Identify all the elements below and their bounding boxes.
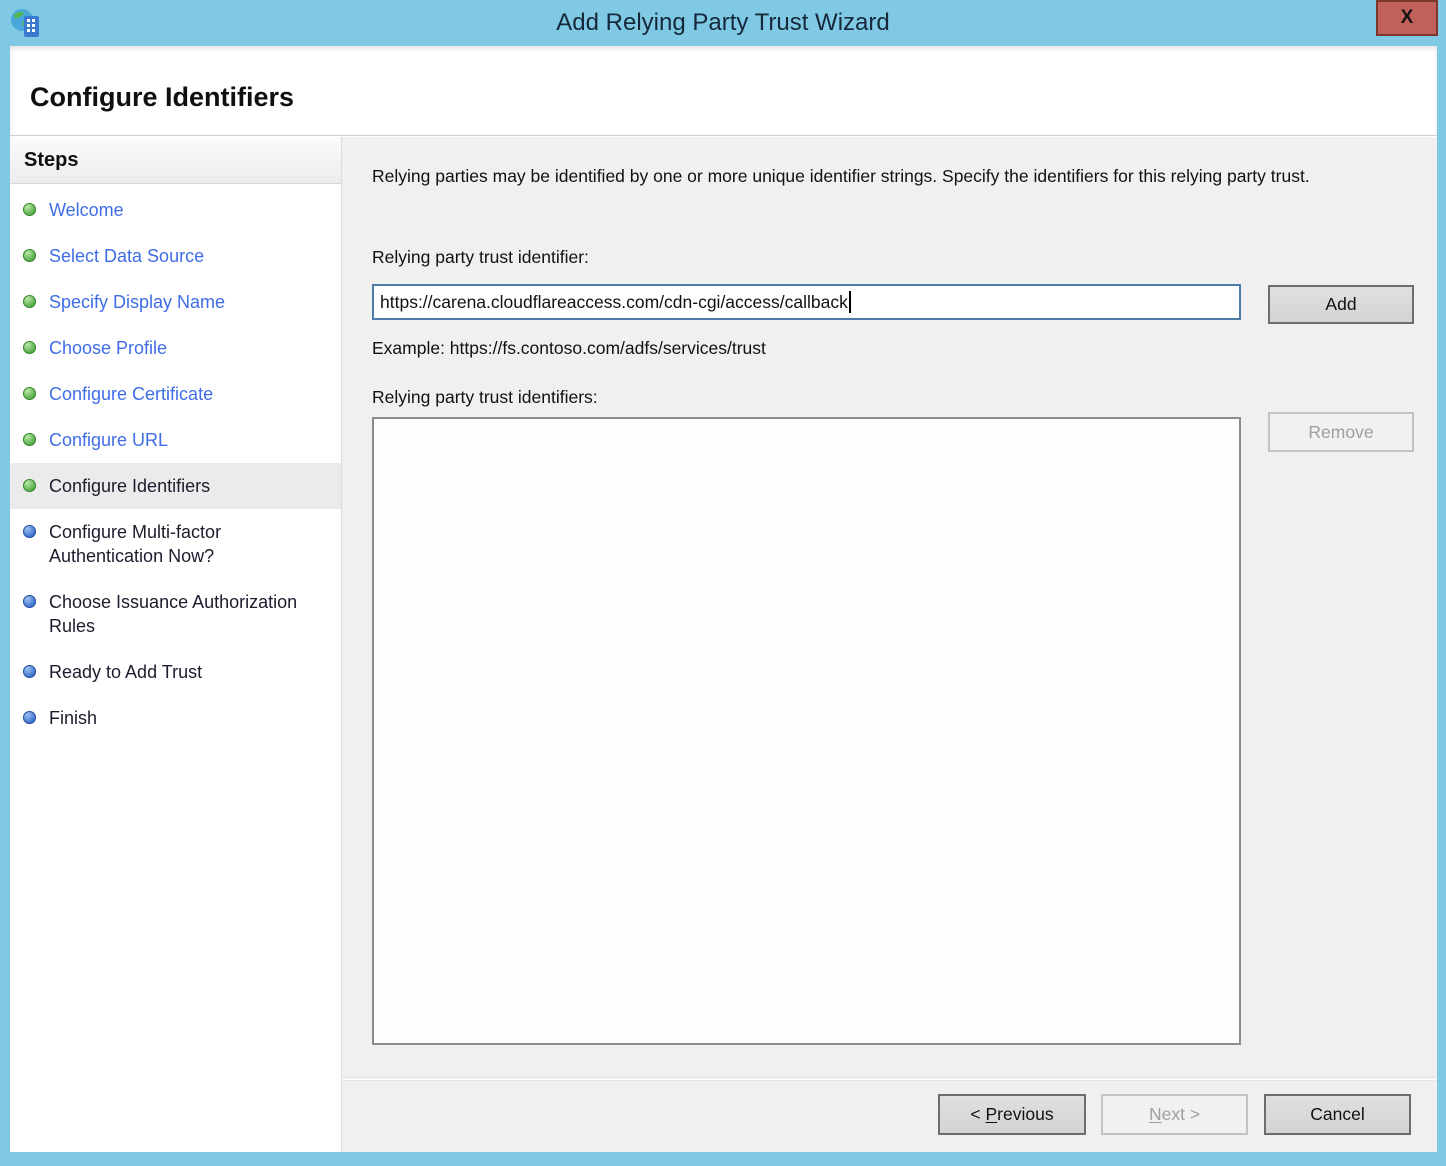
wizard-client-area: Configure Identifiers Steps Welcome Selec…	[10, 46, 1437, 1152]
identifiers-listbox[interactable]	[372, 417, 1241, 1045]
page-title: Configure Identifiers	[10, 46, 1437, 113]
example-text: Example: https://fs.contoso.com/adfs/ser…	[372, 338, 766, 359]
close-button[interactable]: X	[1376, 0, 1438, 36]
step-status-dot	[23, 249, 36, 262]
sidebar-step-configure-certificate[interactable]: Configure Certificate	[10, 371, 341, 417]
sidebar-step-choose-issuance-authorization-rules: Choose Issuance Authorization Rules	[10, 579, 341, 649]
previous-button-accel: P	[985, 1104, 997, 1124]
step-status-dot	[23, 341, 36, 354]
sidebar-step-welcome[interactable]: Welcome	[10, 187, 341, 233]
next-button-accel: N	[1149, 1104, 1162, 1124]
text-caret	[849, 291, 851, 313]
sidebar-step-configure-identifiers: Configure Identifiers	[10, 463, 341, 509]
steps-heading: Steps	[10, 137, 341, 184]
next-button[interactable]: Next >	[1101, 1094, 1248, 1135]
window-title: Add Relying Party Trust Wizard	[120, 0, 1326, 46]
step-label: Configure Identifiers	[49, 474, 210, 498]
sidebar-step-configure-url[interactable]: Configure URL	[10, 417, 341, 463]
previous-button[interactable]: < Previous	[938, 1094, 1086, 1135]
step-status-dot	[23, 387, 36, 400]
previous-button-prefix: <	[970, 1104, 985, 1124]
cancel-button[interactable]: Cancel	[1264, 1094, 1411, 1135]
identifier-label: Relying party trust identifier:	[372, 247, 589, 268]
step-label: Finish	[49, 706, 97, 730]
sidebar-step-ready-to-add-trust: Ready to Add Trust	[10, 649, 341, 695]
step-status-dot	[23, 295, 36, 308]
step-label: Select Data Source	[49, 244, 204, 268]
step-label: Configure Multi-factor Authentication No…	[49, 520, 331, 568]
titlebar: Add Relying Party Trust Wizard X	[0, 0, 1446, 46]
step-status-dot	[23, 479, 36, 492]
next-button-rest: ext >	[1162, 1104, 1200, 1124]
sidebar-step-choose-profile[interactable]: Choose Profile	[10, 325, 341, 371]
steps-list: Welcome Select Data Source Specify Display…	[10, 184, 341, 741]
footer-separator	[342, 1077, 1437, 1081]
sidebar-step-configure-multi-factor-authentication-now: Configure Multi-factor Authentication No…	[10, 509, 341, 579]
step-status-dot	[23, 525, 36, 538]
step-status-dot	[23, 433, 36, 446]
intro-text: Relying parties may be identified by one…	[372, 163, 1402, 190]
step-status-dot	[23, 711, 36, 724]
sidebar-step-select-data-source[interactable]: Select Data Source	[10, 233, 341, 279]
previous-button-rest: revious	[997, 1104, 1053, 1124]
step-label: Welcome	[49, 198, 124, 222]
steps-sidebar: Steps Welcome Select Data Source Specify D…	[10, 137, 342, 1152]
step-status-dot	[23, 665, 36, 678]
sidebar-step-finish: Finish	[10, 695, 341, 741]
wizard-body: Steps Welcome Select Data Source Specify D…	[10, 137, 1437, 1152]
main-panel: Relying parties may be identified by one…	[342, 137, 1437, 1152]
step-label: Configure Certificate	[49, 382, 213, 406]
wizard-window: Add Relying Party Trust Wizard X Configu…	[0, 0, 1446, 1166]
identifiers-list-label: Relying party trust identifiers:	[372, 387, 598, 408]
page-header: Configure Identifiers	[10, 46, 1437, 136]
identifier-input[interactable]: https://carena.cloudflareaccess.com/cdn-…	[372, 284, 1241, 320]
remove-button[interactable]: Remove	[1268, 412, 1414, 452]
add-button[interactable]: Add	[1268, 285, 1414, 324]
step-status-dot	[23, 203, 36, 216]
step-status-dot	[23, 595, 36, 608]
adfs-app-icon	[10, 7, 42, 39]
sidebar-step-specify-display-name[interactable]: Specify Display Name	[10, 279, 341, 325]
step-label: Ready to Add Trust	[49, 660, 202, 684]
step-label: Choose Profile	[49, 336, 167, 360]
step-label: Choose Issuance Authorization Rules	[49, 590, 331, 638]
step-label: Configure URL	[49, 428, 168, 452]
identifier-input-value: https://carena.cloudflareaccess.com/cdn-…	[380, 292, 848, 313]
step-label: Specify Display Name	[49, 290, 225, 314]
